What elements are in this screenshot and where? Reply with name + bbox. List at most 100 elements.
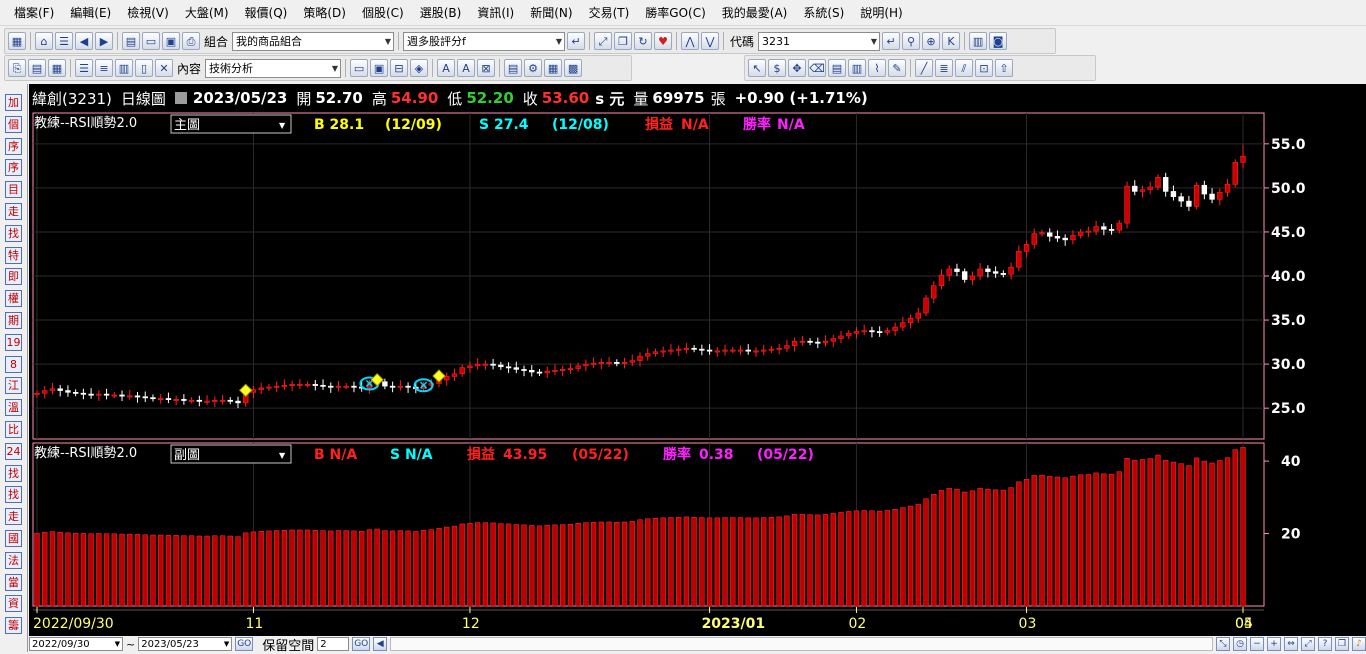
quick-button[interactable]: 個 <box>5 115 22 133</box>
back-arrow-icon[interactable]: ◀ <box>75 32 93 50</box>
menu-item[interactable]: 說明(H) <box>852 4 910 21</box>
window-split-icon[interactable]: ▤ <box>504 59 523 77</box>
quick-button[interactable]: 走 <box>5 203 22 220</box>
fit-width-icon[interactable]: ⇔ <box>1284 637 1298 651</box>
window-icon[interactable]: ❐ <box>614 32 633 50</box>
clock-icon[interactable]: ◷ <box>1233 637 1247 651</box>
forward-arrow-icon[interactable]: ▶ <box>95 32 113 50</box>
menu-item[interactable]: 新聞(N) <box>522 4 580 21</box>
quick-button[interactable]: 比 <box>5 421 22 438</box>
code-input[interactable]: 3231 ▼ <box>758 31 881 51</box>
channel-tool-icon[interactable]: ⫽ <box>955 59 973 77</box>
quick-button[interactable]: 8 <box>5 355 22 373</box>
quick-button[interactable]: 資 <box>5 595 22 613</box>
quick-button[interactable]: 加 <box>5 94 22 111</box>
close-pane-icon[interactable]: ✕ <box>155 59 173 77</box>
menu-item[interactable]: 資訊(I) <box>469 4 522 21</box>
zoom-fit-icon[interactable]: ⤡ <box>1216 637 1230 651</box>
menu-item[interactable]: 報價(Q) <box>237 4 296 21</box>
draw-icon[interactable]: ✎ <box>888 59 906 77</box>
quick-button[interactable]: 19 <box>5 333 22 351</box>
menu-item[interactable]: 編輯(E) <box>62 4 119 21</box>
quick-button[interactable]: 權 <box>5 290 22 308</box>
bar-chart-icon[interactable]: ▥ <box>848 59 866 77</box>
home-icon[interactable]: ⌂ <box>35 32 53 50</box>
palette-icon[interactable]: ◈ <box>410 59 429 77</box>
text-add-icon[interactable]: A <box>437 59 456 77</box>
window-restore-icon[interactable]: ❐ <box>1335 637 1349 651</box>
quick-button[interactable]: 序 <box>5 137 22 155</box>
quick-button[interactable]: 期 <box>5 312 22 329</box>
quick-button[interactable]: 走 <box>5 508 22 526</box>
quick-button[interactable]: 即 <box>5 268 22 286</box>
quick-button[interactable]: 找 <box>5 486 22 504</box>
print-icon[interactable]: ⎙ <box>182 32 200 50</box>
enter-icon[interactable]: ↵ <box>567 32 586 50</box>
pointer-icon[interactable]: ↖ <box>748 59 766 77</box>
to-date-select[interactable]: 2023/05/23 ▼ <box>138 637 233 651</box>
enter-icon[interactable]: ↵ <box>882 32 901 50</box>
panel-alt-icon[interactable]: ▣ <box>370 59 389 77</box>
layout-list-icon[interactable]: ≡ <box>95 59 113 77</box>
quick-button[interactable]: 目 <box>5 181 22 199</box>
go-button-2[interactable]: GO <box>352 637 371 651</box>
plus-icon[interactable]: + <box>1267 637 1281 651</box>
date-toggle-icon[interactable] <box>174 92 187 104</box>
hline-tool-icon[interactable]: ≣ <box>935 59 953 77</box>
copy-icon[interactable]: ⎘ <box>8 59 26 77</box>
paste-icon[interactable]: ▤ <box>28 59 46 77</box>
quick-button[interactable]: 籌 <box>5 617 22 635</box>
menu-item[interactable]: 交易(T) <box>581 4 638 21</box>
document-icon[interactable]: ☰ <box>55 32 73 50</box>
color-grid-icon[interactable]: ▩ <box>564 59 583 77</box>
menu-item[interactable]: 檔案(F) <box>6 4 62 21</box>
menu-item[interactable]: 我的最愛(A) <box>714 4 796 21</box>
quick-button[interactable]: 特 <box>5 246 22 264</box>
quick-button[interactable]: 當 <box>5 573 22 591</box>
save-icon[interactable]: ▣ <box>162 32 180 50</box>
help-icon[interactable]: ? <box>1318 637 1332 651</box>
main-view-select[interactable]: 主圖 ▼ <box>170 114 292 134</box>
menu-item[interactable]: 選股(B) <box>412 4 470 21</box>
expand-icon[interactable]: ⤢ <box>594 32 613 50</box>
chart-canvas[interactable]: 2022/09/30 11 12 2023/01 02 03 0405 55.050.045… <box>29 112 1366 636</box>
quick-button[interactable]: 找 <box>5 464 22 482</box>
quick-button[interactable]: 序 <box>5 159 22 177</box>
scroll-up-icon[interactable]: ⋀ <box>681 32 700 50</box>
open-folder-icon[interactable]: ▭ <box>142 32 160 50</box>
layout-rows-icon[interactable]: ☰ <box>75 59 93 77</box>
content-select[interactable]: 技術分析 ▼ <box>205 58 342 78</box>
lock-icon[interactable]: ⊟ <box>390 59 409 77</box>
menu-item[interactable]: 策略(D) <box>295 4 354 21</box>
menu-item[interactable]: 檢視(V) <box>119 4 177 21</box>
zoom-icon[interactable]: ⊕ <box>922 32 941 50</box>
clipboard-icon[interactable]: ▦ <box>48 59 66 77</box>
line-tool-icon[interactable]: ╱ <box>915 59 933 77</box>
scroll-down-icon[interactable]: ⋁ <box>701 32 720 50</box>
minus-icon[interactable]: − <box>1250 637 1264 651</box>
new-file-icon[interactable]: ▤ <box>122 32 140 50</box>
quick-button[interactable]: 找 <box>5 224 22 242</box>
eraser-icon[interactable]: ⌫ <box>808 59 826 77</box>
panel-icon[interactable]: ▭ <box>350 59 369 77</box>
shrink-icon[interactable]: ⊠ <box>477 59 496 77</box>
table-icon[interactable]: ▤ <box>828 59 846 77</box>
k-chart-icon[interactable]: K <box>942 32 961 50</box>
keep-space-input[interactable]: 2 <box>317 637 350 651</box>
group-select[interactable]: 我的商品組合 ▼ <box>232 31 395 51</box>
quick-button[interactable]: 國 <box>5 530 22 547</box>
text-edit-icon[interactable]: A <box>457 59 476 77</box>
settings-icon[interactable]: ⚙ <box>524 59 543 77</box>
sub-view-select[interactable]: 副圖 ▼ <box>170 444 292 464</box>
refresh-icon[interactable]: ↻ <box>634 32 653 50</box>
quick-button[interactable]: 24 <box>5 442 22 460</box>
quick-button[interactable]: 江 <box>5 377 22 395</box>
quick-button[interactable]: 法 <box>5 551 22 569</box>
arrow-up-icon[interactable]: ⇧ <box>995 59 1013 77</box>
move-icon[interactable]: ✥ <box>788 59 806 77</box>
alert-bell-icon[interactable]: ♪ <box>1352 637 1366 651</box>
menu-item[interactable]: 大盤(M) <box>177 4 237 21</box>
camera-icon[interactable]: ◙ <box>989 32 1008 50</box>
scroll-left-icon[interactable]: ◀ <box>373 637 388 651</box>
from-date-select[interactable]: 2022/09/30 ▼ <box>29 637 123 651</box>
